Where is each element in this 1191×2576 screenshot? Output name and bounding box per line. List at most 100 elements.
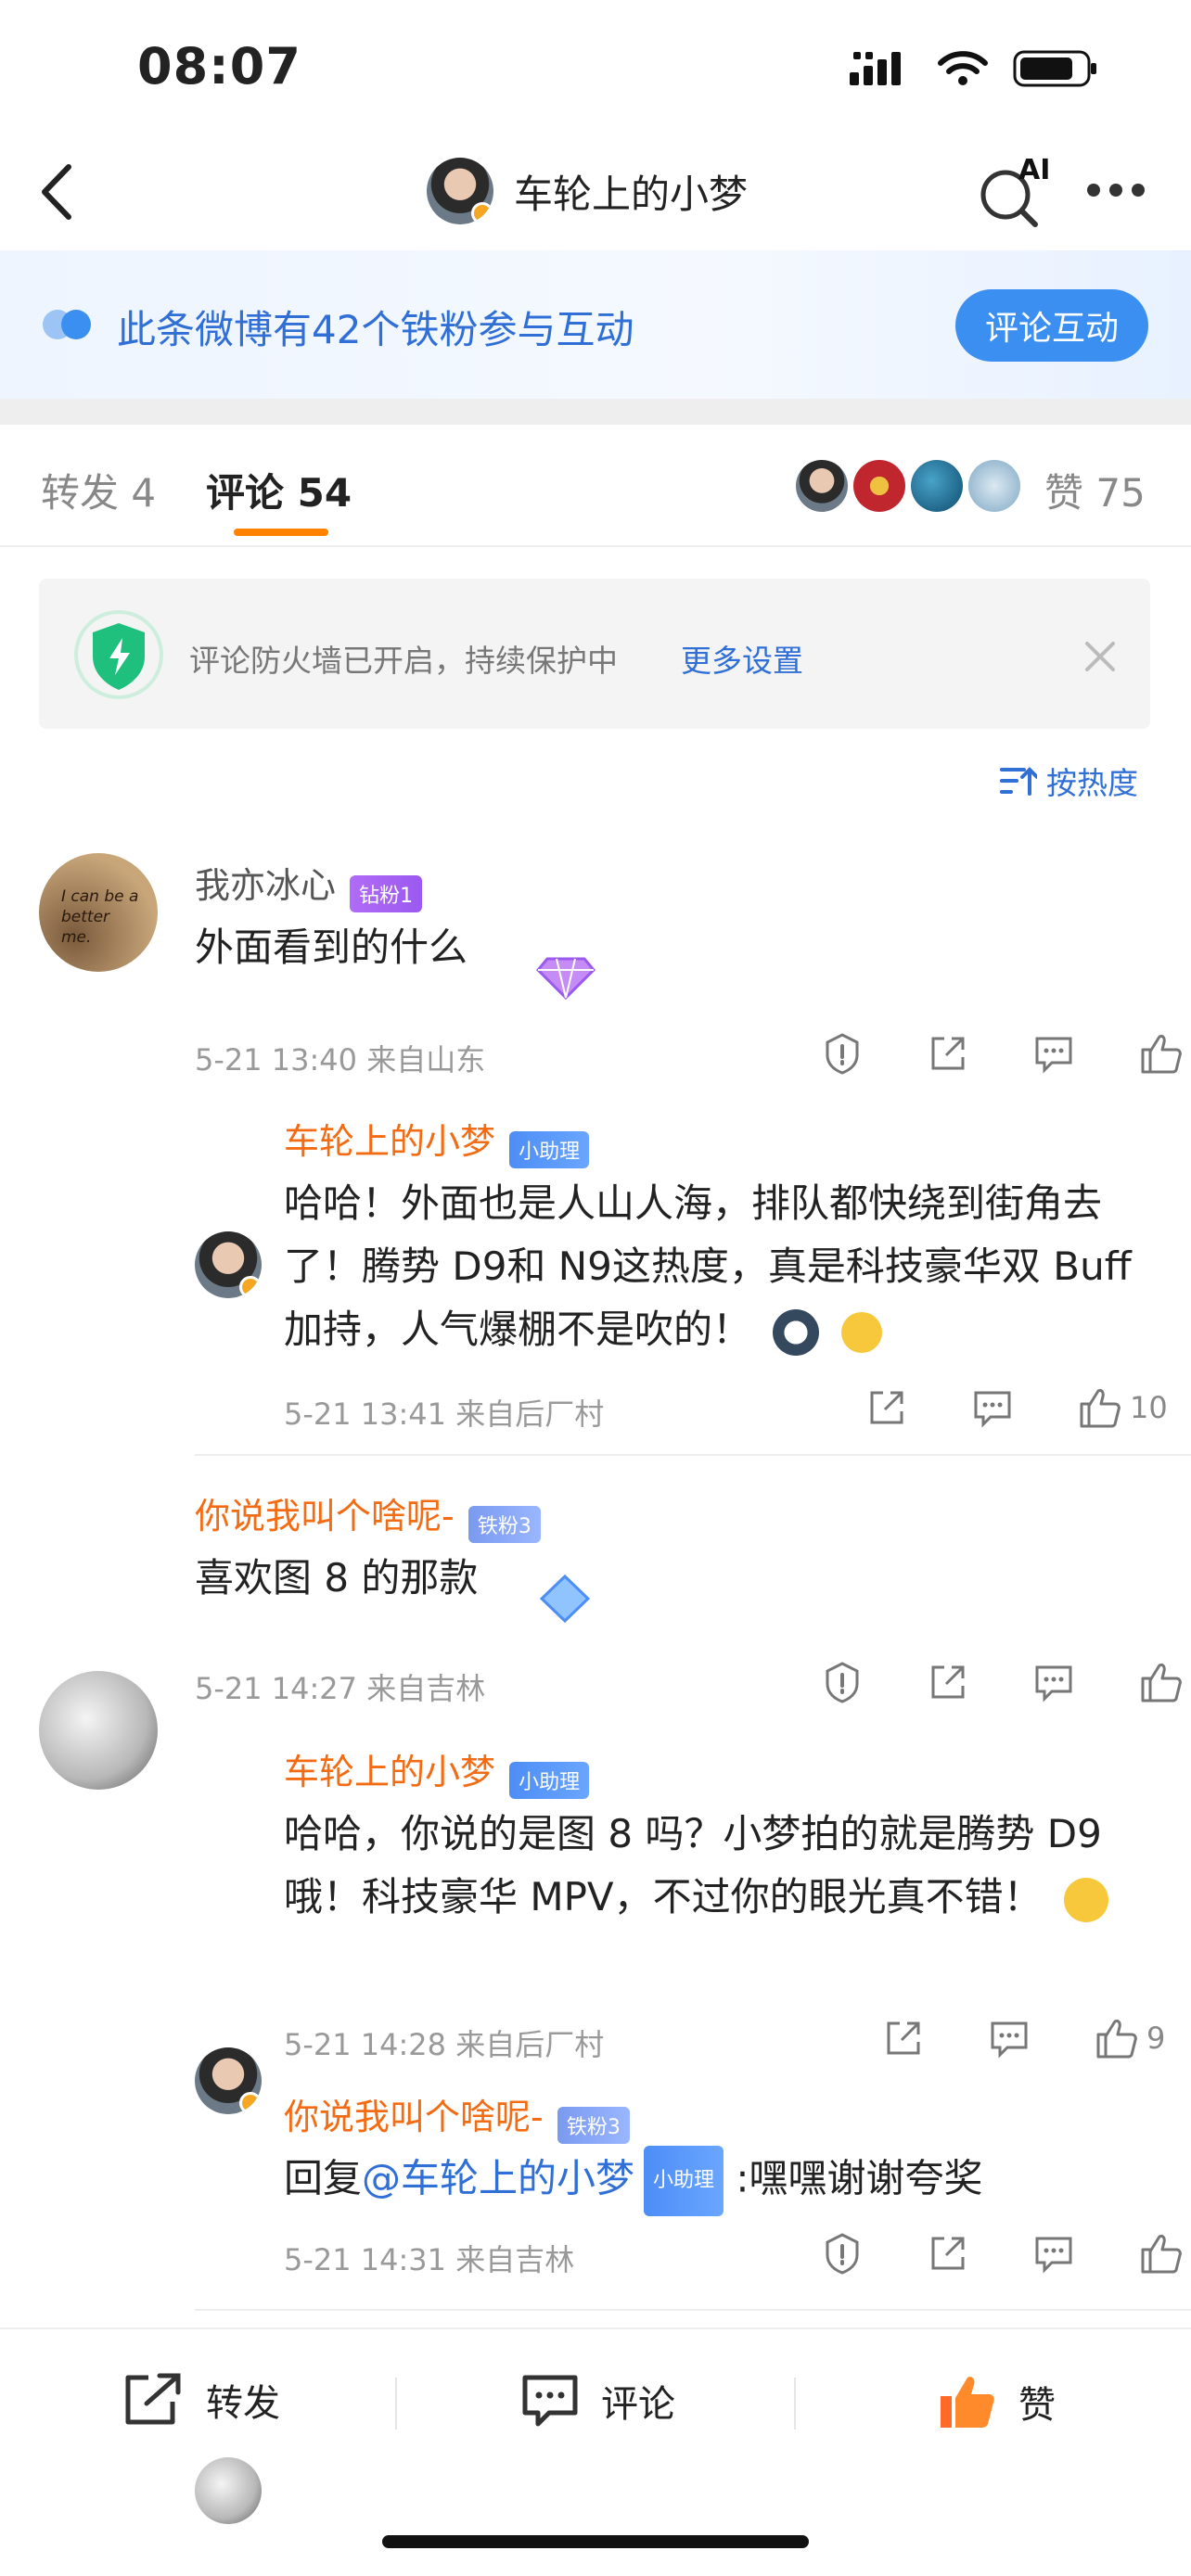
comment-username[interactable]: 我亦冰心 (195, 865, 336, 906)
comment-header: 我亦冰心 钻粉1 (195, 857, 423, 912)
like-icon[interactable] (1076, 1385, 1122, 1430)
gem-sticker-icon (539, 1574, 591, 1624)
liker-avatar (968, 460, 1020, 512)
status-time: 08:07 (137, 37, 301, 96)
tab-active-indicator (234, 529, 328, 536)
report-icon[interactable] (820, 1031, 864, 1076)
comment-interaction-button[interactable]: 评论互动 (955, 289, 1148, 362)
reply-avatar[interactable] (195, 1231, 262, 1298)
share-icon[interactable] (881, 2016, 926, 2060)
comment-avatar[interactable] (39, 1671, 158, 1790)
share-icon[interactable] (864, 1385, 909, 1430)
reply-username[interactable]: 你说我叫个啥呢- (284, 2097, 544, 2137)
comment-divider (195, 2309, 1191, 2311)
like-icon[interactable] (1137, 1660, 1184, 1704)
like-icon[interactable] (1137, 2231, 1184, 2276)
comment-header: 你说我叫个啥呢- 铁粉3 (195, 1487, 541, 1543)
reply-header: 你说我叫个啥呢- 铁粉3 (284, 2088, 630, 2144)
reply-text-body: :嘿嘿谢谢夸奖 (736, 2155, 983, 2201)
like-group[interactable]: 9 (1093, 2016, 1165, 2060)
signal-icon (850, 52, 901, 85)
like-group[interactable]: 10 (1076, 1385, 1168, 1430)
reply-icon[interactable] (1031, 2231, 1076, 2276)
emoji-icon (773, 1308, 820, 1356)
reply-header: 车轮上的小梦 小助理 (284, 1113, 590, 1168)
fan-badge: 钻粉1 (350, 874, 423, 912)
avatar-caption: I can be a better me. (61, 887, 139, 947)
reply-meta: 5-21 13:41 来自后厂村 (284, 1396, 605, 1432)
report-icon[interactable] (820, 1660, 864, 1704)
reply-text: 哈哈！外面也是人山人海，排队都快绕到街角去了！腾势 D9和 N9这热度，真是科技… (284, 1172, 1137, 1361)
share-icon[interactable] (926, 1660, 970, 1704)
reply-avatar[interactable] (195, 2457, 262, 2524)
more-settings-link[interactable]: 更多设置 (681, 636, 803, 681)
reply-username[interactable]: 车轮上的小梦 (284, 1121, 495, 1162)
share-icon[interactable] (926, 2231, 970, 2276)
sort-button[interactable]: 按热度 (1000, 759, 1138, 803)
back-icon[interactable] (30, 159, 85, 224)
reply-text: 哈哈，你说的是图 8 吗？小梦拍的就是腾势 D9哦！科技豪华 MPV，不过你的眼… (284, 1803, 1137, 1929)
reply-icon[interactable] (1031, 1660, 1076, 1704)
assistant-badge: 小助理 (509, 1761, 590, 1799)
comment-avatar[interactable]: I can be a better me. (39, 853, 158, 972)
reply-icon[interactable] (987, 2016, 1031, 2060)
reply-prefix: 回复 (284, 2155, 363, 2201)
reply-meta: 5-21 14:28 来自后厂村 (284, 2027, 605, 2062)
reply-actions (820, 2231, 1184, 2276)
reply-actions: 10 (864, 1385, 1168, 1430)
like-label: 赞 (1018, 2384, 1056, 2427)
like-button[interactable]: 赞 (937, 2372, 1056, 2431)
report-icon[interactable] (820, 2231, 864, 2276)
forward-icon (125, 2373, 181, 2425)
close-icon[interactable] (1082, 638, 1119, 675)
comment-meta: 5-21 14:27 来自吉林 (195, 1671, 486, 1706)
assistant-badge: 小助理 (509, 1130, 590, 1168)
tab-like[interactable]: 赞 75 (1044, 462, 1146, 518)
like-count: 9 (1146, 2021, 1166, 2056)
emoji-icon (1064, 1877, 1109, 1922)
ai-search-icon[interactable]: AI (976, 154, 1050, 230)
sort-icon (1000, 767, 1037, 796)
reply-username[interactable]: 车轮上的小梦 (284, 1752, 495, 1792)
nav-avatar (427, 158, 493, 224)
fan-badge: 铁粉3 (557, 2106, 630, 2144)
banner-text: 此条微博有42个铁粉参与互动 (117, 307, 634, 352)
tab-comment[interactable]: 评论 54 (206, 462, 352, 518)
reply-header: 车轮上的小梦 小助理 (284, 1743, 590, 1799)
like-icon[interactable] (1137, 1031, 1184, 1076)
liker-avatar (796, 460, 848, 512)
wifi-icon (938, 51, 988, 85)
comment-label: 评论 (601, 2383, 675, 2426)
liker-avatar (853, 460, 905, 512)
nav-user[interactable]: 车轮上的小梦 (427, 158, 748, 224)
more-icon[interactable] (1087, 184, 1145, 197)
comment-username[interactable]: 你说我叫个啥呢- (195, 1496, 455, 1537)
tab-forward[interactable]: 转发 4 (41, 462, 156, 518)
home-indicator[interactable] (382, 2535, 809, 2548)
liker-avatars[interactable] (796, 460, 1020, 512)
share-icon[interactable] (926, 1031, 970, 1076)
comment-divider (195, 1454, 1191, 1456)
reply-icon[interactable] (1031, 1031, 1076, 1076)
bottom-separator (395, 2378, 397, 2429)
like-icon[interactable] (1093, 2016, 1139, 2060)
assistant-badge: 小助理 (644, 2146, 724, 2216)
reply-icon[interactable] (970, 1385, 1015, 1430)
forward-button[interactable]: 转发 (122, 2372, 280, 2428)
section-divider (0, 399, 1191, 425)
comment-meta: 5-21 13:40 来自山东 (195, 1042, 486, 1078)
comment-actions (820, 1660, 1184, 1704)
reply-avatar[interactable] (195, 2047, 262, 2114)
diamond-sticker-icon (535, 957, 596, 1001)
nav-title: 车轮上的小梦 (514, 171, 749, 217)
tabs-divider (0, 545, 1191, 547)
like-count: 10 (1130, 1390, 1168, 1425)
firewall-text: 评论防火墙已开启，持续保护中 (189, 643, 618, 679)
fan-badge: 铁粉3 (467, 1505, 541, 1543)
mention-link[interactable]: @车轮上的小梦 (362, 2156, 634, 2201)
sort-label: 按热度 (1046, 765, 1138, 801)
comment-button[interactable]: 评论 (519, 2372, 675, 2429)
comment-actions (820, 1031, 1184, 1076)
battery-icon (1013, 50, 1096, 87)
fan-icon (43, 310, 91, 339)
